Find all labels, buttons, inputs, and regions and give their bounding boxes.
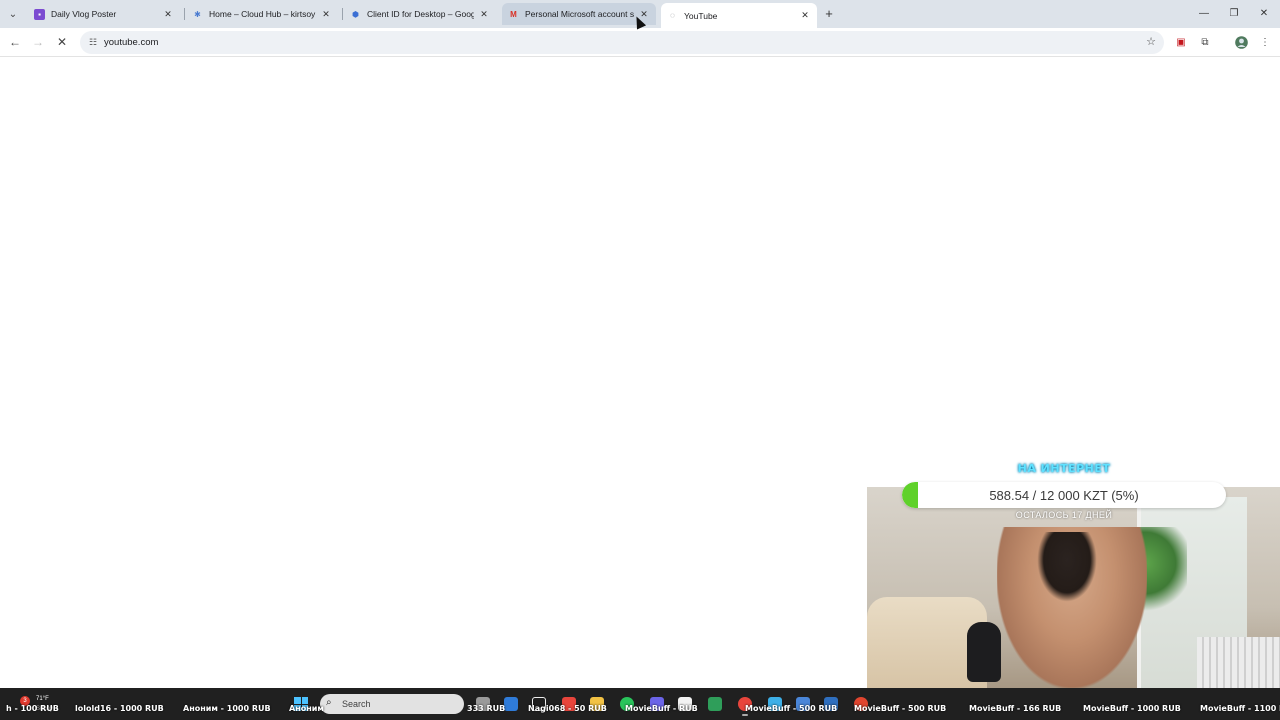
- donation-ticker: h - 100 RUB lolold16 - 1000 RUB Аноним -…: [0, 688, 1280, 720]
- ticker-item: MovieBuff - 166 RUB: [969, 704, 1062, 713]
- ticker-item: 333 RUB: [467, 704, 506, 713]
- close-icon[interactable]: ✕: [799, 10, 811, 22]
- bookmark-star-icon[interactable]: ☆: [1146, 35, 1156, 48]
- close-icon[interactable]: ✕: [478, 8, 490, 20]
- kebab-menu-icon[interactable]: ⋮: [1258, 35, 1272, 49]
- tab-cloud-hub[interactable]: ✱ Home – Cloud Hub – kirtsoy au ✕: [186, 3, 338, 25]
- new-tab-button[interactable]: +: [822, 6, 836, 21]
- close-icon[interactable]: ✕: [320, 8, 332, 20]
- tab-client-id[interactable]: ⬢ Client ID for Desktop – Google ✕: [344, 3, 496, 25]
- minimize-icon[interactable]: —: [1196, 5, 1212, 21]
- webcam-hair: [1037, 532, 1097, 602]
- extensions-puzzle-icon[interactable]: ⧉: [1198, 35, 1212, 49]
- tab-title: Client ID for Desktop – Google: [367, 9, 474, 19]
- goal-progress-bar: 588.54 / 12 000 KZT (5%): [902, 482, 1226, 508]
- browser-toolbar: ← → ✕ ☷ youtube.com ☆ ▣ ⧉ ⋮: [0, 28, 1280, 57]
- tab-youtube[interactable]: ◌ YouTube ✕: [661, 3, 817, 28]
- address-bar[interactable]: ☷ youtube.com ☆: [80, 31, 1164, 54]
- tab-title: Personal Microsoft account se: [525, 9, 634, 19]
- goal-remaining-text: ОСТАЛОСЬ 17 ДНЕЙ: [1015, 510, 1113, 520]
- tab-separator: [184, 8, 185, 20]
- close-icon[interactable]: ✕: [162, 8, 174, 20]
- tab-title: Daily Vlog Poster: [51, 9, 117, 19]
- tab-separator: [342, 8, 343, 20]
- cloud-hub-icon: ✱: [194, 9, 201, 19]
- close-window-icon[interactable]: ✕: [1256, 5, 1272, 21]
- tab-daily-vlog-poster[interactable]: ▪ Daily Vlog Poster ✕: [28, 3, 180, 25]
- ticker-item: MovieBuff - RUB: [625, 704, 698, 713]
- back-arrow-icon[interactable]: ←: [7, 34, 23, 50]
- ticker-item: Аноним: [289, 704, 324, 713]
- loading-icon: ◌: [670, 11, 675, 20]
- ticker-item: Nagi068 - 50 RUB: [528, 704, 607, 713]
- ticker-item: Аноним - 1000 RUB: [183, 704, 271, 713]
- gmail-icon: M: [510, 9, 517, 19]
- restore-icon[interactable]: ❐: [1226, 5, 1242, 21]
- shield-icon: ⬢: [352, 9, 359, 19]
- goal-title: НА ИНТЕРНЕТ: [1017, 462, 1111, 475]
- ticker-item: h - 100 RUB: [6, 704, 59, 713]
- microphone: [967, 622, 1001, 682]
- address-url[interactable]: youtube.com: [104, 37, 158, 48]
- windows-taskbar: 3 71°F Sunny ⌕ Search h - 100 RUB lolold…: [0, 688, 1280, 720]
- tab-search-chevron-icon[interactable]: ⌄: [4, 5, 22, 23]
- profile-avatar[interactable]: [1234, 35, 1248, 49]
- ticker-item: MovieBuff - 1100 RUB: [1200, 704, 1280, 713]
- goal-progress-text: 588.54 / 12 000 KZT (5%): [989, 487, 1139, 503]
- tab-title: YouTube: [684, 10, 718, 21]
- ticker-item: lolold16 - 1000 RUB: [75, 704, 164, 713]
- ticker-item: MovieBuff - 1000 RUB: [1083, 704, 1181, 713]
- ticker-item: MovieBuff - 500 RUB: [854, 704, 947, 713]
- ticker-item: MovieBuff - 500 RUB: [745, 704, 838, 713]
- site-settings-icon[interactable]: ☷: [87, 36, 99, 48]
- extension-record-icon[interactable]: ▣: [1174, 35, 1188, 49]
- calendar-icon: ▪: [34, 8, 45, 20]
- stop-loading-icon[interactable]: ✕: [54, 34, 70, 50]
- webcam-radiator: [1197, 637, 1280, 688]
- tab-title: Home – Cloud Hub – kirtsoy au: [209, 9, 316, 19]
- forward-arrow-icon[interactable]: →: [30, 34, 46, 50]
